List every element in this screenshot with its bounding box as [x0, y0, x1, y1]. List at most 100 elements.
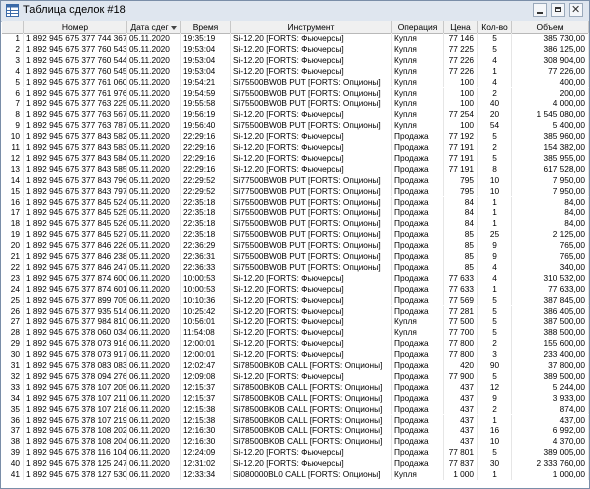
table-row[interactable]: 31 1 892 945 675 378 083 083 06.11.2020 12:…: [2, 360, 589, 371]
cell-quantity: 20: [478, 109, 512, 121]
table-row[interactable]: 24 1 892 945 675 377 874 601 06.11.2020 10:…: [2, 283, 589, 295]
table-row[interactable]: 32 1 892 945 675 378 094 276 06.11.2020 12:…: [2, 370, 589, 382]
table-row[interactable]: 21 1 892 945 675 377 846 238 05.11.2020 22:…: [2, 251, 589, 262]
cell-quantity: 1: [478, 283, 512, 295]
table-row[interactable]: 10 1 892 945 675 377 843 582 05.11.2020 22:…: [2, 131, 589, 142]
table-row[interactable]: 27 1 892 945 675 377 984 810 06.11.2020 10:…: [2, 316, 589, 328]
table-row[interactable]: 30 1 892 945 675 378 073 917 06.11.2020 12:…: [2, 349, 589, 360]
cell-quantity: 9: [478, 392, 512, 404]
close-button[interactable]: ✕: [569, 3, 583, 17]
cell-date: 05.11.2020: [127, 261, 181, 273]
column-header-operation[interactable]: Операция: [392, 21, 444, 33]
column-header-instrument[interactable]: Инструмент: [231, 21, 392, 33]
cell-date: 06.11.2020: [127, 381, 181, 393]
cell-quantity: 5: [478, 316, 512, 328]
cell-date: 05.11.2020: [127, 218, 181, 230]
cell-instrument: Si-12.20 [FORTS: Фьючерсы]: [231, 109, 392, 121]
table-row[interactable]: 14 1 892 945 675 377 843 796 05.11.2020 22:…: [2, 174, 589, 186]
table-row[interactable]: 12 1 892 945 675 377 843 584 05.11.2020 22:…: [2, 152, 589, 164]
table-row[interactable]: 91 892 945 675 377 763 787 05.11.2020 19:5…: [2, 120, 589, 132]
cell-quantity: 5: [478, 327, 512, 339]
cell-time: 22:29:16: [181, 152, 231, 164]
cell-operation: Продажа: [392, 283, 444, 295]
cell-volume: 7 950,00: [512, 185, 589, 197]
cell-operation: Продажа: [392, 392, 444, 404]
cell-instrument: Si-12.20 [FORTS: Фьючерсы]: [231, 131, 392, 142]
cell-operation: Продажа: [392, 338, 444, 350]
table-row[interactable]: 81 892 945 675 377 763 567 05.11.2020 19:5…: [2, 109, 589, 121]
cell-volume: 874,00: [512, 403, 589, 415]
column-header-number[interactable]: Номер: [24, 21, 127, 33]
cell-price: 77 700: [444, 327, 478, 339]
cell-time: 10:00:53: [181, 272, 231, 284]
cell-operation: Продажа: [392, 370, 444, 382]
column-header-quantity[interactable]: Кол-во: [478, 21, 512, 33]
table-row[interactable]: 15 1 892 945 675 377 843 797 05.11.2020 22:…: [2, 185, 589, 197]
table-row[interactable]: 41 892 945 675 377 760 545 05.11.2020 19:5…: [2, 65, 589, 77]
cell-volume: 308 904,00: [512, 54, 589, 66]
cell-date: 05.11.2020: [127, 196, 181, 208]
table-row[interactable]: 16 1 892 945 675 377 845 524 05.11.2020 22:…: [2, 196, 589, 208]
cell-instrument: Si77500BW0B PUT [FORTS: Опционы]: [231, 174, 392, 186]
cell-instrument: Si-12.20 [FORTS: Фьючерсы]: [231, 142, 392, 153]
table-row[interactable]: 25 1 892 945 675 377 899 705 06.11.2020 10:…: [2, 294, 589, 306]
cell-index: 41: [2, 469, 24, 480]
cell-number: 1 892 945 675 378 060 034: [26, 327, 127, 339]
column-header-index[interactable]: [2, 21, 24, 33]
table-row[interactable]: 29 1 892 945 675 378 073 916 06.11.2020 12:…: [2, 338, 589, 350]
table-row[interactable]: 22 1 892 945 675 377 846 247 05.11.2020 22:…: [2, 261, 589, 273]
table-row[interactable]: 33 1 892 945 675 378 107 205 06.11.2020 12:…: [2, 381, 589, 393]
cell-number: 1 892 945 675 378 127 530: [26, 469, 127, 480]
cell-time: 19:56:40: [181, 120, 231, 132]
cell-time: 19:53:04: [181, 65, 231, 77]
table-row[interactable]: 71 892 945 675 377 763 225 05.11.2020 19:5…: [2, 98, 589, 110]
table-row[interactable]: 19 1 892 945 675 377 845 527 05.11.2020 22:…: [2, 229, 589, 241]
cell-time: 12:15:38: [181, 414, 231, 426]
column-header-price[interactable]: Цена: [444, 21, 478, 33]
cell-volume: 3 933,00: [512, 392, 589, 404]
cell-date: 05.11.2020: [127, 229, 181, 241]
title-bar[interactable]: Таблица сделок #18 ✕: [1, 1, 589, 22]
table-row[interactable]: 26 1 892 945 675 377 935 514 06.11.2020 10:…: [2, 305, 589, 317]
cell-index: 34: [2, 392, 24, 404]
table-row[interactable]: 51 892 945 675 377 761 060 05.11.2020 19:5…: [2, 76, 589, 88]
table-row[interactable]: 17 1 892 945 675 377 845 525 05.11.2020 22:…: [2, 207, 589, 219]
column-header-time[interactable]: Время: [181, 21, 231, 33]
cell-price: 420: [444, 360, 478, 371]
table-row[interactable]: 40 1 892 945 675 378 125 247 06.11.2020 12:…: [2, 458, 589, 469]
column-header-date[interactable]: Дата сдег: [127, 21, 181, 33]
cell-operation: Продажа: [392, 131, 444, 142]
table-row[interactable]: 21 892 945 675 377 760 543 05.11.2020 19:5…: [2, 43, 589, 55]
table-row[interactable]: 34 1 892 945 675 378 107 211 06.11.2020 12:…: [2, 392, 589, 404]
table-row[interactable]: 20 1 892 945 675 377 846 226 05.11.2020 22:…: [2, 240, 589, 251]
table-row[interactable]: 37 1 892 945 675 378 108 202 06.11.2020 12:…: [2, 425, 589, 437]
table-row[interactable]: 35 1 892 945 675 378 107 218 06.11.2020 12:…: [2, 403, 589, 415]
cell-instrument: Si-12.20 [FORTS: Фьючерсы]: [231, 152, 392, 164]
table-row[interactable]: 39 1 892 945 675 378 116 104 06.11.2020 12:…: [2, 447, 589, 459]
cell-index: 9: [2, 120, 24, 132]
table-row[interactable]: 13 1 892 945 675 377 843 585 05.11.2020 22:…: [2, 163, 589, 175]
table-row[interactable]: 61 892 945 675 377 761 976 05.11.2020 19:5…: [2, 87, 589, 99]
cell-quantity: 5: [478, 43, 512, 55]
minimize-button[interactable]: [533, 3, 547, 17]
cell-index: 5: [2, 76, 24, 88]
cell-index: 13: [2, 163, 24, 175]
cell-operation: Купля: [392, 87, 444, 99]
cell-instrument: Si78500BK0B CALL [FORTS: Опционы]: [231, 381, 392, 393]
cell-operation: Купля: [392, 316, 444, 328]
table-row[interactable]: 23 1 892 945 675 377 874 600 06.11.2020 10:…: [2, 272, 589, 284]
table-row[interactable]: 11 892 945 675 377 744 367 05.11.2020 19:3…: [2, 33, 589, 44]
deals-grid[interactable]: 11 892 945 675 377 744 367 05.11.2020 19:3…: [2, 33, 589, 489]
table-row[interactable]: 18 1 892 945 675 377 845 526 05.11.2020 22:…: [2, 218, 589, 230]
table-row[interactable]: 28 1 892 945 675 378 060 034 06.11.2020 11:…: [2, 327, 589, 339]
table-row[interactable]: 11 1 892 945 675 377 843 583 05.11.2020 22:…: [2, 142, 589, 153]
cell-instrument: Si75500BW0B PUT [FORTS: Опционы]: [231, 218, 392, 230]
table-row[interactable]: 31 892 945 675 377 760 544 05.11.2020 19:5…: [2, 54, 589, 66]
column-header-volume[interactable]: Объем: [512, 21, 589, 33]
table-row[interactable]: 41 1 892 945 675 378 127 530 06.11.2020 12:…: [2, 469, 589, 480]
table-row[interactable]: 38 1 892 945 675 378 108 204 06.11.2020 12:…: [2, 436, 589, 448]
cell-volume: 310 532,00: [512, 272, 589, 284]
table-row[interactable]: 36 1 892 945 675 378 107 219 06.11.2020 12:…: [2, 414, 589, 426]
minimize-icon: [537, 12, 543, 14]
maximize-button[interactable]: [551, 3, 565, 17]
